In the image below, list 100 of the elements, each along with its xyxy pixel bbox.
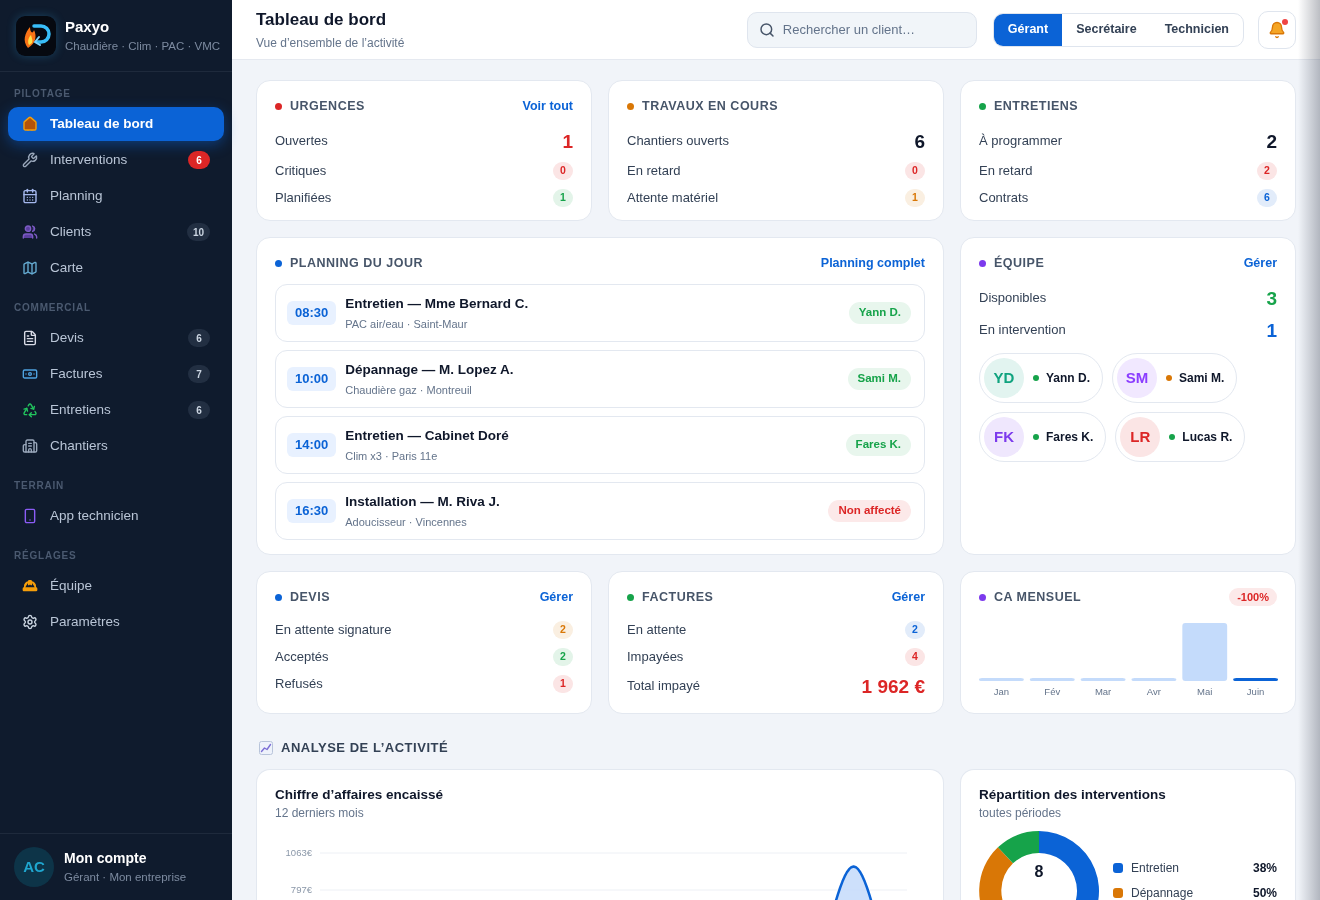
card-link[interactable]: Gérer <box>891 587 925 607</box>
stat-label: Ouvertes <box>275 132 328 151</box>
section-label: RÉGLAGES <box>13 549 78 563</box>
stat-label: À programmer <box>979 132 1063 151</box>
card-link[interactable]: Gérer <box>539 587 573 607</box>
nav-item[interactable]: Paramètres <box>8 605 224 639</box>
count-badge: 2 <box>1257 161 1277 180</box>
search-icon <box>758 21 775 38</box>
stat-value: 1 962 € <box>861 676 925 696</box>
map-icon <box>22 260 38 276</box>
chart-subtitle: 12 derniers mois <box>275 805 365 821</box>
role-tab[interactable]: Secrétaire <box>1062 13 1151 46</box>
nav-item[interactable]: Clients 10 <box>8 215 224 249</box>
time-tag: 08:30 <box>287 301 337 325</box>
page-title: Tableau de bord <box>256 8 388 31</box>
notifications-button[interactable] <box>1258 10 1296 49</box>
time-tag: 16:30 <box>287 499 337 523</box>
member-chip[interactable]: LR Lucas R. <box>1115 412 1246 462</box>
count-badge: 7 <box>188 365 210 383</box>
brand-tagline: Chaudière · Clim · PAC · VMC <box>65 38 221 54</box>
assignee-tag: Non affecté <box>828 500 911 522</box>
count-badge: 0 <box>553 161 573 180</box>
stat-label: Contrats <box>979 188 1029 207</box>
count-badge: 6 <box>188 401 210 419</box>
nav-item[interactable]: Planning <box>8 179 224 213</box>
users-icon <box>22 224 38 240</box>
appointment-title: Entretien — Cabinet Doré <box>345 427 509 445</box>
axis-label: Jan <box>993 686 1010 697</box>
stat-label: En retard <box>979 161 1033 180</box>
bell-icon <box>1268 20 1286 39</box>
appointment-card[interactable]: 14:00 Entretien — Cabinet Doré Clim x3 · Paris 11e Fares K. <box>275 416 925 474</box>
appointment-card[interactable]: 10:00 Dépannage — M. Lopez A. Chaudière gaz · Montreuil Sami M. <box>275 350 925 408</box>
stat-label: Attente matériel <box>627 188 719 207</box>
member-avatar: YD <box>984 358 1024 398</box>
card-title: FACTURES <box>642 588 714 606</box>
picture-area-curve <box>834 865 873 900</box>
member-avatar: FK <box>984 417 1024 457</box>
stat-label: Impayées <box>627 647 684 666</box>
nav-item[interactable]: Carte <box>8 251 224 285</box>
nav-item[interactable]: Tableau de bord <box>8 107 224 141</box>
count-badge: 1 <box>553 188 573 207</box>
time-tag: 10:00 <box>287 367 337 391</box>
stat-label: Refusés <box>275 674 323 693</box>
recycle-icon <box>22 402 38 418</box>
account-name: Mon compte <box>64 849 148 867</box>
role-tab[interactable]: Technicien <box>1150 13 1243 46</box>
phone-icon <box>22 508 38 524</box>
nav-item[interactable]: Devis 6 <box>8 321 224 355</box>
member-avatar: LR <box>1120 417 1161 457</box>
card-link[interactable]: Voir tout <box>522 96 573 116</box>
chart-bar <box>979 678 1024 681</box>
section-label: TERRAIN <box>13 479 66 493</box>
stat-label: Acceptés <box>275 647 329 666</box>
stat-label: Critiques <box>275 161 327 180</box>
card-link[interactable]: Planning complet <box>820 253 925 273</box>
count-badge: 1 <box>553 674 573 693</box>
appointment-title: Installation — M. Riva J. <box>345 493 500 511</box>
count-badge: 2 <box>553 620 573 639</box>
nav-item[interactable]: Interventions 6 <box>8 143 224 177</box>
stat-value: 6 <box>914 131 925 151</box>
stat-value: 2 <box>1266 131 1277 151</box>
count-badge: 2 <box>553 647 573 666</box>
appointment-details: PAC air/eau · Saint-Maur <box>345 317 469 331</box>
member-name: Sami M. <box>1179 370 1225 387</box>
member-name: Fares K. <box>1046 429 1094 446</box>
stat-value: 3 <box>1266 288 1277 308</box>
role-tab[interactable]: Gérant <box>993 13 1063 46</box>
axis-label: Fév <box>1044 686 1061 697</box>
chart-bar <box>1182 623 1228 681</box>
nav-item[interactable]: Équipe <box>8 569 224 603</box>
nav-item[interactable]: Entretiens 6 <box>8 393 224 427</box>
member-name: Yann D. <box>1046 370 1090 387</box>
stat-label: En attente signature <box>275 620 392 639</box>
member-chip[interactable]: YD Yann D. <box>979 353 1103 403</box>
card-title: ENTRETIENS <box>994 97 1079 115</box>
card-link[interactable]: Gérer <box>1243 253 1277 273</box>
search-field[interactable]: Rechercher un client… <box>746 11 977 48</box>
nav-item[interactable]: App technicien <box>8 499 224 533</box>
chart-bar <box>1233 678 1278 681</box>
member-chip[interactable]: SM Sami M. <box>1112 353 1238 403</box>
assignee-tag: Yann D. <box>848 302 911 324</box>
count-badge: 4 <box>905 647 925 666</box>
appointment-card[interactable]: 16:30 Installation — M. Riva J. Adoucisseur · Vincennes Non affecté <box>275 482 925 540</box>
nav-item[interactable]: Factures 7 <box>8 357 224 391</box>
appointment-card[interactable]: 08:30 Entretien — Mme Bernard C. PAC air/eau · Saint-Maur Yann D. <box>275 284 925 342</box>
nav-item[interactable]: Chantiers <box>8 429 224 463</box>
stat-label: Chantiers ouverts <box>627 132 729 151</box>
account-avatar[interactable]: AC <box>14 847 54 887</box>
assignee-tag: Sami M. <box>847 368 911 390</box>
count-badge: 10 <box>186 223 210 241</box>
settings-icon <box>22 614 38 630</box>
card-title: TRAVAUX EN COURS <box>642 97 778 115</box>
stat-value: 1 <box>562 131 573 151</box>
wrench-icon <box>22 152 38 168</box>
logo-icon <box>16 15 56 56</box>
legend-label: Entretien <box>1131 859 1180 877</box>
time-tag: 14:00 <box>287 433 337 457</box>
change-badge: -100% <box>1229 588 1277 606</box>
section-label: PILOTAGE <box>13 87 72 101</box>
member-chip[interactable]: FK Fares K. <box>979 412 1107 462</box>
